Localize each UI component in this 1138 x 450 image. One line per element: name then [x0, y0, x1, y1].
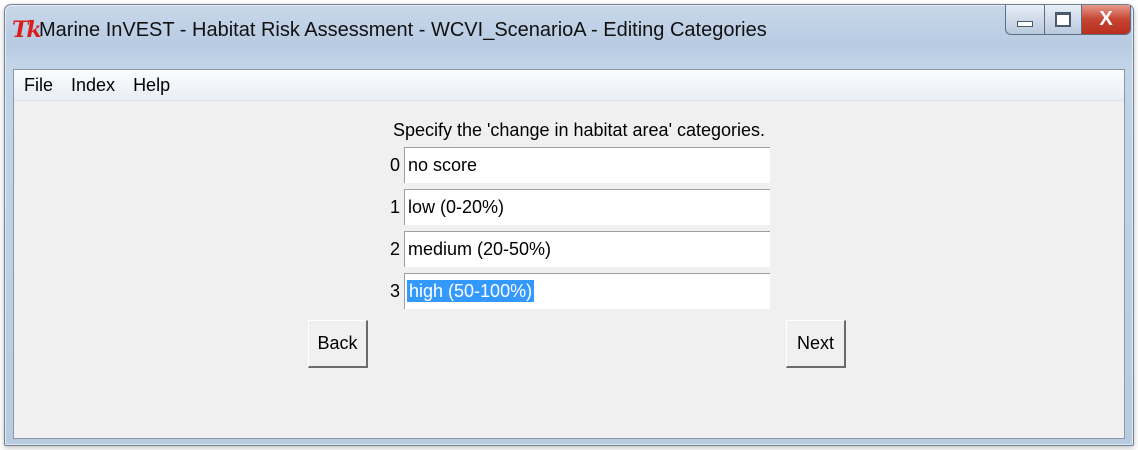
minimize-button[interactable] [1005, 5, 1045, 35]
menu-file[interactable]: File [16, 75, 61, 96]
category-index: 1 [389, 196, 400, 217]
close-button[interactable]: X [1081, 5, 1131, 35]
category-field-3[interactable] [404, 273, 770, 309]
category-row-1: 1 [364, 189, 770, 225]
maximize-icon [1055, 12, 1071, 27]
category-index: 2 [389, 238, 400, 259]
back-button[interactable]: Back [308, 320, 368, 368]
close-icon: X [1099, 8, 1113, 30]
next-button[interactable]: Next [786, 320, 846, 368]
category-row-2: 2 [364, 231, 770, 267]
category-field-3-wrapper: high (50-100%) [404, 273, 770, 309]
category-index: 3 [389, 280, 400, 301]
category-index: 0 [389, 154, 400, 175]
window-title: Marine InVEST - Habitat Risk Assessment … [39, 19, 767, 41]
category-row-3: 3 high (50-100%) [364, 273, 770, 309]
category-row-0: 0 [364, 147, 770, 183]
category-field-1[interactable] [404, 189, 770, 225]
menu-help[interactable]: Help [125, 75, 178, 96]
category-field-2[interactable] [404, 231, 770, 267]
app-window: Tk Marine InVEST - Habitat Risk Assessme… [4, 4, 1134, 446]
minimize-icon [1017, 20, 1033, 27]
title-bar[interactable]: Tk Marine InVEST - Habitat Risk Assessme… [5, 5, 1133, 65]
tk-app-icon: Tk [12, 17, 42, 43]
menu-bar: File Index Help [14, 70, 1124, 101]
client-area: File Index Help Specify the 'change in h… [13, 69, 1125, 439]
category-field-0[interactable] [404, 147, 770, 183]
maximize-button[interactable] [1044, 5, 1082, 35]
instruction-text: Specify the 'change in habitat area' cat… [392, 120, 766, 140]
menu-index[interactable]: Index [63, 75, 123, 96]
